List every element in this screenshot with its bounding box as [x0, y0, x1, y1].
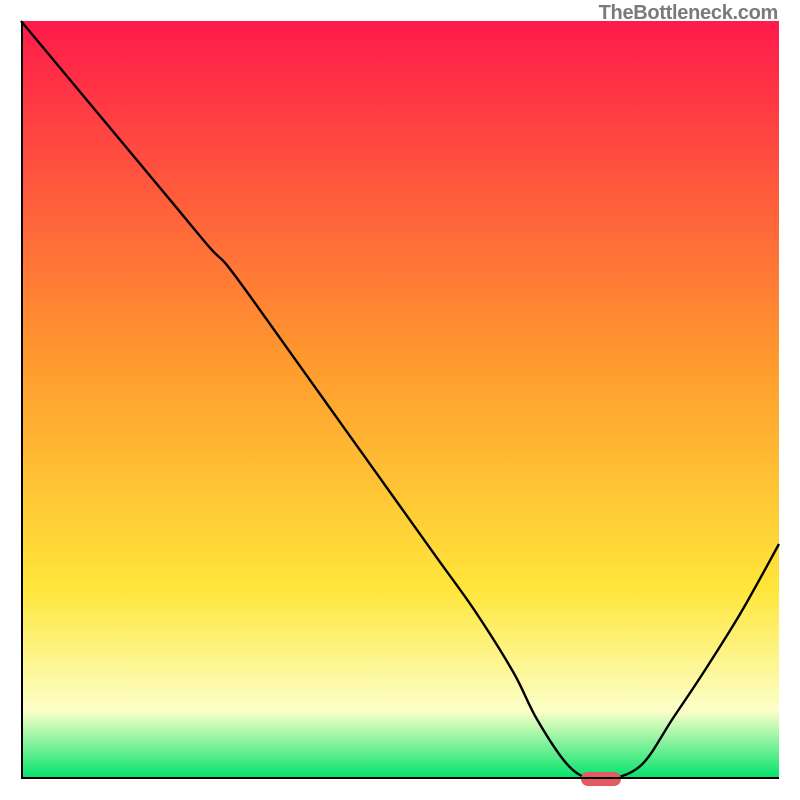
optimal-marker — [581, 772, 621, 786]
bottleneck-chart — [21, 21, 779, 779]
bottleneck-curve — [21, 21, 779, 779]
y-axis — [21, 21, 23, 779]
x-axis — [21, 777, 779, 779]
